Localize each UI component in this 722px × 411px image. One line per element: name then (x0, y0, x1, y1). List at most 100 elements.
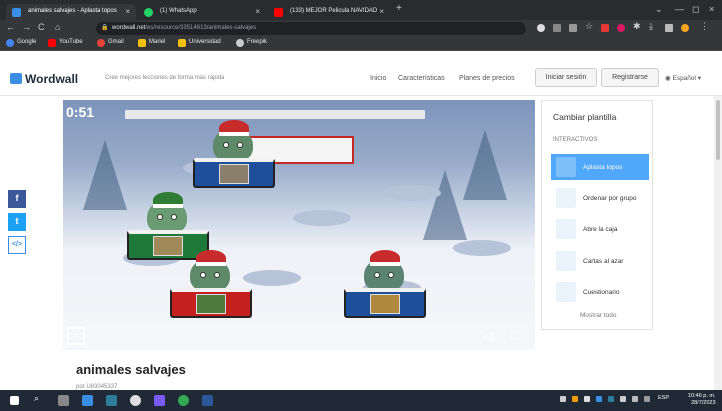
close-tab-icon[interactable]: × (125, 7, 130, 16)
tray-icon[interactable] (572, 396, 578, 402)
mole-card[interactable] (193, 120, 275, 188)
template-cartas-al-azar[interactable]: Cartas al azar (551, 248, 649, 274)
whack-a-mole-icon (556, 157, 576, 177)
system-clock[interactable]: 10:46 p. m. 28/7/2023 (688, 393, 716, 407)
task-view-icon[interactable] (58, 395, 69, 406)
language-selector[interactable]: ◉ Español ▾ (665, 74, 701, 82)
close-window-icon[interactable]: × (709, 4, 714, 14)
bookmark-star-icon[interactable]: ☆ (585, 21, 593, 31)
bookmark-mariel[interactable]: Mariel (138, 39, 166, 47)
tray-icon[interactable] (596, 396, 602, 402)
mole-eye (200, 272, 206, 278)
new-tab-button[interactable]: + (396, 3, 402, 14)
santa-hat (196, 250, 226, 266)
tray-icon[interactable] (584, 396, 590, 402)
translate-icon[interactable] (553, 24, 561, 32)
fullscreen-icon[interactable]: ⛶ (510, 328, 518, 343)
home-icon[interactable]: ⌂ (55, 22, 60, 32)
taskbar-app-icon[interactable] (82, 395, 93, 406)
mole-card[interactable] (127, 192, 209, 260)
game-timer: 0:51 (66, 104, 95, 120)
template-ordenar-por-grupo[interactable]: Ordenar por grupo (551, 185, 649, 211)
template-aplasta-topos[interactable]: Aplasta topos (551, 154, 649, 180)
share-icon[interactable] (569, 24, 577, 32)
minimize-icon[interactable]: — (675, 4, 684, 14)
close-tab-icon[interactable]: × (255, 7, 260, 16)
bookmark-freepik[interactable]: Freepik (236, 39, 268, 47)
twitter-share-button[interactable]: t (8, 213, 26, 231)
wordwall-favicon (12, 8, 21, 17)
tab-animales-salvajes[interactable]: animales salvajes - Aplasta topos × (6, 4, 136, 20)
wordwall-logo[interactable]: Wordwall (10, 72, 78, 86)
taskbar-app-icon[interactable] (130, 395, 141, 406)
mole-eye (237, 142, 243, 148)
login-button[interactable]: Iniciar sesión (535, 68, 597, 87)
change-template-title[interactable]: Cambiar plantilla (553, 112, 616, 122)
bookmark-gmail[interactable]: Gmail (97, 39, 124, 47)
tray-icon[interactable] (560, 396, 566, 402)
chrome-taskbar-icon[interactable] (178, 395, 189, 406)
word-taskbar-icon[interactable] (202, 395, 213, 406)
tab-youtube[interactable]: (133) MEJOR Pelicula NAVIDAD × (268, 4, 390, 20)
scrollbar-thumb[interactable] (716, 100, 720, 160)
nav-planes-de-precios[interactable]: Planes de precios (459, 75, 515, 82)
search-icon[interactable]: ⌕ (34, 393, 45, 404)
bookmark-label: Google (17, 39, 37, 45)
reload-icon[interactable]: C (38, 22, 45, 32)
youtube-favicon (274, 8, 283, 17)
bookmark-universidad[interactable]: Universidad (178, 39, 221, 47)
interactive-section-label: INTERACTIVOS (553, 137, 598, 143)
browser-menu-icon[interactable]: ⋮ (700, 21, 709, 31)
folder-icon (178, 39, 186, 47)
nav-caracteristicas[interactable]: Características (398, 75, 445, 82)
close-tab-icon[interactable]: × (379, 7, 384, 16)
bookmark-label: Freepik (247, 39, 268, 45)
taskbar-app-icon[interactable] (154, 395, 165, 406)
maximize-icon[interactable]: ◻ (692, 4, 699, 15)
tab-whatsapp[interactable]: (1) WhatsApp × (138, 4, 266, 20)
mole-hole (453, 240, 511, 256)
whatsapp-favicon (144, 8, 153, 17)
lock-icon: 🔒 (101, 25, 109, 31)
tray-icon[interactable] (608, 396, 614, 402)
template-abre-la-caja[interactable]: Abre la caja (551, 216, 649, 242)
download-icon[interactable]: ⤓ (649, 21, 657, 31)
mole-card[interactable] (344, 250, 426, 318)
embed-share-button[interactable]: </> (8, 236, 26, 254)
bookmark-label: Mariel (149, 39, 166, 45)
extensions-puzzle-icon[interactable]: ✱ (633, 21, 641, 31)
sound-icon[interactable]: ◁) (483, 330, 495, 343)
show-all-link[interactable]: Mostrar todo (580, 312, 617, 319)
mole-eye (157, 214, 163, 220)
windows-start-icon[interactable] (10, 396, 19, 405)
tab-search-icon[interactable]: ⌄ (655, 4, 663, 15)
register-button[interactable]: Registrarse (601, 68, 659, 87)
side-panel-icon[interactable] (665, 24, 673, 32)
gmail-icon (97, 39, 105, 47)
game-menu-icon[interactable]: ≡ (67, 327, 85, 345)
facebook-share-button[interactable]: f (8, 190, 26, 208)
open-box-icon (556, 219, 576, 239)
google-icon (6, 39, 14, 47)
profile-avatar[interactable] (681, 24, 689, 32)
nav-inicio[interactable]: Inicio (370, 75, 386, 82)
google-lens-icon[interactable] (537, 24, 545, 32)
volume-icon[interactable] (644, 396, 650, 402)
logo-text: Wordwall (25, 72, 79, 86)
tray-icon[interactable] (632, 396, 638, 402)
template-cuestionario[interactable]: Cuestionario (551, 279, 649, 305)
forward-icon[interactable]: → (22, 22, 31, 32)
background-tree (423, 170, 467, 240)
bookmark-youtube[interactable]: YouTube (48, 39, 83, 47)
back-icon[interactable]: ← (6, 22, 15, 32)
url-bar[interactable]: 🔒 wordwall.net/es/resource/33514613/anim… (96, 22, 526, 35)
extension-icon[interactable] (617, 24, 625, 32)
tray-icon[interactable] (620, 396, 626, 402)
tab-title: (1) WhatsApp (160, 8, 197, 14)
mole-card[interactable] (170, 250, 252, 318)
animal-image (370, 294, 400, 314)
pdf-extension-icon[interactable] (601, 24, 609, 32)
bookmark-google[interactable]: Google (6, 39, 37, 47)
taskbar-app-icon[interactable] (106, 395, 117, 406)
keyboard-language[interactable]: ESP (658, 395, 669, 401)
